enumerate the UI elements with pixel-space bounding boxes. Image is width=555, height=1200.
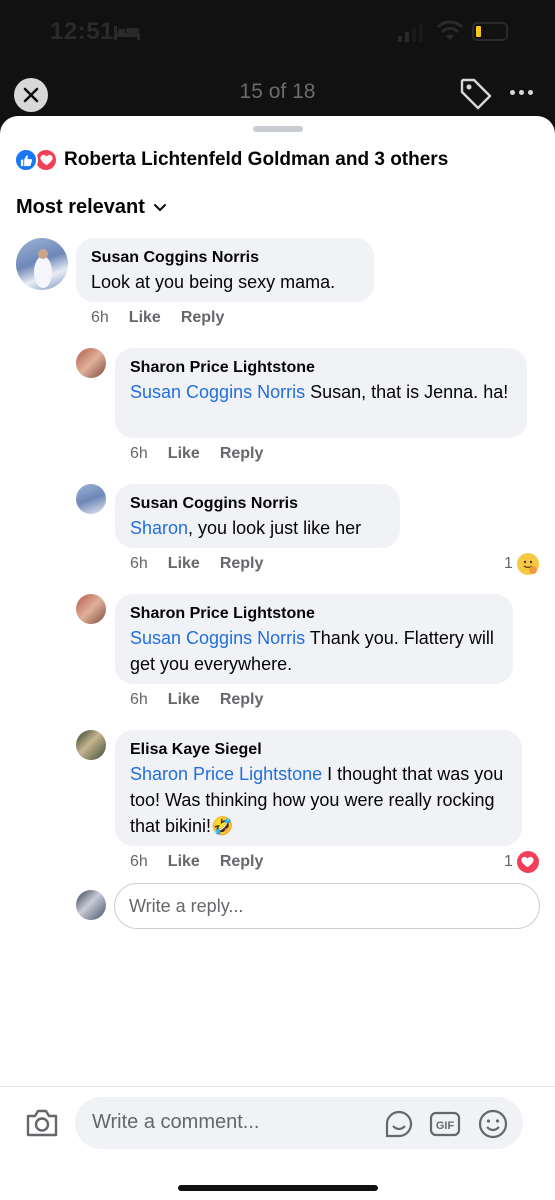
like-reaction-icon	[14, 148, 38, 172]
comment-composer: Write a comment... GIF	[0, 1086, 555, 1200]
sleep-mode-icon	[114, 26, 140, 40]
comment-bubble[interactable]: Sharon Price Lightstone Susan Coggins No…	[115, 594, 513, 684]
reaction-count[interactable]: 1	[504, 851, 539, 873]
comment-time: 6h	[130, 555, 148, 572]
tag-icon[interactable]	[458, 76, 494, 112]
camera-icon[interactable]	[24, 1105, 60, 1141]
emoji-icon[interactable]	[477, 1108, 509, 1140]
like-button[interactable]: Like	[168, 445, 200, 463]
reply-button[interactable]: Reply	[220, 555, 264, 573]
mention-link[interactable]: Sharon	[130, 518, 188, 538]
chevron-down-icon	[153, 203, 166, 211]
comment-time: 6h	[130, 445, 148, 462]
reaction-count-number: 1	[504, 853, 513, 870]
mention-link[interactable]: Susan Coggins Norris	[130, 382, 305, 402]
reply-input[interactable]: Write a reply...	[114, 883, 540, 929]
reaction-count[interactable]: 1	[504, 553, 539, 575]
battery-icon	[472, 22, 508, 41]
comment-bubble[interactable]: Elisa Kaye Siegel Sharon Price Lightston…	[115, 730, 522, 846]
sort-label: Most relevant	[16, 196, 145, 218]
comment-text: Susan Coggins Norris Thank you. Flattery…	[130, 625, 498, 677]
mention-link[interactable]: Susan Coggins Norris	[130, 628, 305, 648]
comment-actions: 6h Like Reply	[130, 445, 263, 463]
avatar[interactable]	[76, 484, 106, 514]
reactions-summary[interactable]: Roberta Lichtenfeld Goldman and 3 others	[14, 148, 448, 172]
comment-input-placeholder: Write a comment...	[92, 1111, 260, 1133]
comment-input[interactable]: Write a comment... GIF	[75, 1097, 523, 1149]
comments-sheet: Roberta Lichtenfeld Goldman and 3 others…	[0, 116, 555, 1200]
comment-actions: 6h Like Reply	[91, 309, 224, 327]
comment-author[interactable]: Sharon Price Lightstone	[130, 603, 498, 625]
svg-text:GIF: GIF	[436, 1120, 455, 1132]
comment-author[interactable]: Susan Coggins Norris	[91, 247, 359, 269]
comment-actions: 6h Like Reply	[130, 555, 263, 573]
comment-actions: 6h Like Reply	[130, 691, 263, 709]
comment-body: , you look just like her	[188, 518, 362, 538]
avatar[interactable]	[76, 348, 106, 378]
avatar[interactable]	[76, 594, 106, 624]
sticker-icon[interactable]	[383, 1108, 415, 1140]
comment-text: Susan Coggins Norris Susan, that is Jenn…	[130, 379, 512, 405]
comment-author[interactable]: Elisa Kaye Siegel	[130, 739, 507, 761]
comment-author[interactable]: Susan Coggins Norris	[130, 493, 385, 515]
comment-time: 6h	[130, 691, 148, 708]
home-indicator[interactable]	[178, 1185, 378, 1191]
comment-text: Sharon, you look just like her	[130, 515, 385, 541]
more-options-button[interactable]	[510, 82, 538, 102]
reply-button[interactable]: Reply	[220, 445, 264, 463]
mention-link[interactable]: Sharon Price Lightstone	[130, 764, 322, 784]
sheet-grabber[interactable]	[253, 126, 303, 132]
status-bar: 12:51	[0, 0, 555, 66]
current-user-avatar	[76, 890, 106, 920]
reaction-count-number: 1	[504, 555, 513, 572]
cellular-signal-icon	[398, 24, 423, 42]
like-button[interactable]: Like	[129, 309, 161, 327]
reply-button[interactable]: Reply	[220, 853, 264, 871]
comment-bubble[interactable]: Sharon Price Lightstone Susan Coggins No…	[115, 348, 527, 438]
avatar[interactable]	[76, 730, 106, 760]
comment-bubble[interactable]: Susan Coggins Norris Look at you being s…	[76, 238, 374, 302]
love-heart-icon	[516, 851, 539, 873]
status-time: 12:51	[50, 18, 114, 45]
wifi-icon	[437, 20, 463, 40]
comment-text: Sharon Price Lightstone I thought that w…	[130, 761, 507, 839]
comment-actions: 6h Like Reply	[130, 853, 263, 871]
reply-button[interactable]: Reply	[220, 691, 264, 709]
comment-author[interactable]: Sharon Price Lightstone	[130, 357, 512, 379]
comment-time: 6h	[130, 853, 148, 870]
reactions-names: Roberta Lichtenfeld Goldman and 3 others	[64, 149, 449, 170]
like-button[interactable]: Like	[168, 853, 200, 871]
comment-bubble[interactable]: Susan Coggins Norris Sharon, you look ju…	[115, 484, 400, 548]
reply-button[interactable]: Reply	[181, 309, 225, 327]
gif-icon[interactable]: GIF	[429, 1108, 461, 1140]
sort-dropdown[interactable]: Most relevant	[16, 196, 167, 219]
hug-emoji-icon	[516, 553, 539, 575]
comment-body: Susan, that is Jenna. ha!	[305, 382, 509, 402]
avatar[interactable]	[16, 238, 68, 290]
like-button[interactable]: Like	[168, 691, 200, 709]
like-button[interactable]: Like	[168, 555, 200, 573]
comment-text: Look at you being sexy mama.	[91, 272, 336, 292]
comment-time: 6h	[91, 309, 109, 326]
reply-input-placeholder: Write a reply...	[129, 895, 244, 916]
